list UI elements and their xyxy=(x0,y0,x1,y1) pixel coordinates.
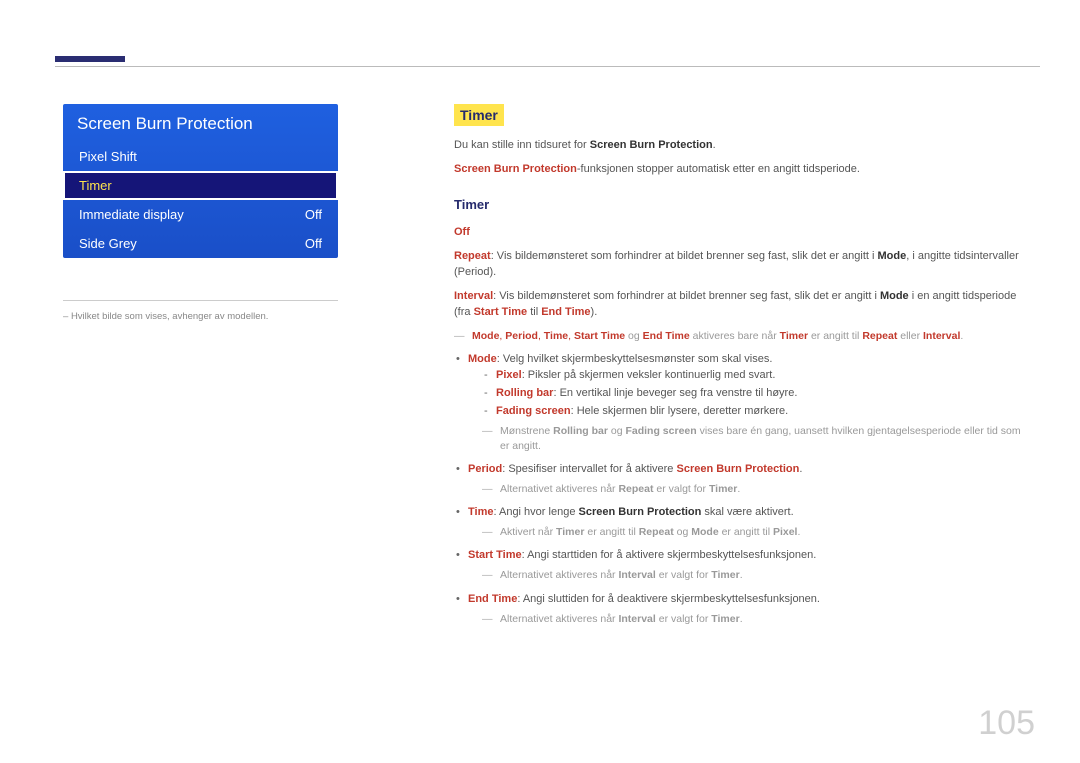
fading-subitem: Fading screen: Hele skjermen blir lysere… xyxy=(482,404,1024,420)
note-period: Alternativet aktiveres når Repeat er val… xyxy=(482,482,1024,497)
time-item: Time: Angi hvor lenge Screen Burn Protec… xyxy=(454,505,1024,540)
note-start-time: Alternativet aktiveres når Interval er v… xyxy=(482,568,1024,583)
period-item: Period: Spesifiser intervallet for å akt… xyxy=(454,462,1024,497)
note-time: Aktivert når Timer er angitt til Repeat … xyxy=(482,525,1024,540)
intro-line-1: Du kan stille inn tidsuret for Screen Bu… xyxy=(454,138,1024,154)
interval-line: Interval: Vis bildemønsteret som forhind… xyxy=(454,289,1024,321)
pixel-subitem: Pixel: Piksler på skjermen veksler konti… xyxy=(482,368,1024,384)
rolling-subitem: Rolling bar: En vertikal linje beveger s… xyxy=(482,386,1024,402)
off-label: Off xyxy=(454,225,1024,241)
osd-menu-title: Screen Burn Protection xyxy=(63,104,338,142)
note-patterns-once: Mønstrene Rolling bar og Fading screen v… xyxy=(482,424,1024,454)
osd-item-timer[interactable]: Timer xyxy=(63,171,338,200)
osd-item-value: Off xyxy=(305,236,322,251)
end-time-item: End Time: Angi sluttiden for å deaktiver… xyxy=(454,592,1024,627)
note-mode-period: Mode, Period, Time, Start Time og End Ti… xyxy=(454,329,1024,344)
osd-item-side-grey[interactable]: Side Grey Off xyxy=(63,229,338,258)
osd-item-value: Off xyxy=(305,207,322,222)
model-footnote: – Hvilket bilde som vises, avhenger av m… xyxy=(63,300,338,322)
content-area: Timer Du kan stille inn tidsuret for Scr… xyxy=(454,104,1024,635)
osd-item-immediate-display[interactable]: Immediate display Off xyxy=(63,200,338,229)
options-list: Mode: Velg hvilket skjermbeskyttelsesmøn… xyxy=(454,352,1024,627)
osd-item-label: Timer xyxy=(79,178,112,193)
osd-item-label: Pixel Shift xyxy=(79,149,137,164)
footnote-text: Hvilket bilde som vises, avhenger av mod… xyxy=(71,311,268,322)
page-number: 105 xyxy=(978,704,1035,743)
subheading-timer: Timer xyxy=(454,196,1024,215)
osd-item-pixel-shift[interactable]: Pixel Shift xyxy=(63,142,338,171)
repeat-line: Repeat: Vis bildemønsteret som forhindre… xyxy=(454,249,1024,281)
note-end-time: Alternativet aktiveres når Interval er v… xyxy=(482,612,1024,627)
osd-item-label: Immediate display xyxy=(79,207,184,222)
osd-menu-panel: Screen Burn Protection Pixel Shift Timer… xyxy=(63,104,338,258)
start-time-item: Start Time: Angi starttiden for å aktive… xyxy=(454,548,1024,583)
intro-line-2: Screen Burn Protection-funksjonen stoppe… xyxy=(454,162,1024,178)
mode-item: Mode: Velg hvilket skjermbeskyttelsesmøn… xyxy=(454,352,1024,454)
osd-item-label: Side Grey xyxy=(79,236,137,251)
header-rule xyxy=(55,66,1040,67)
header-accent-bar xyxy=(55,56,125,62)
section-heading-timer: Timer xyxy=(454,104,504,126)
